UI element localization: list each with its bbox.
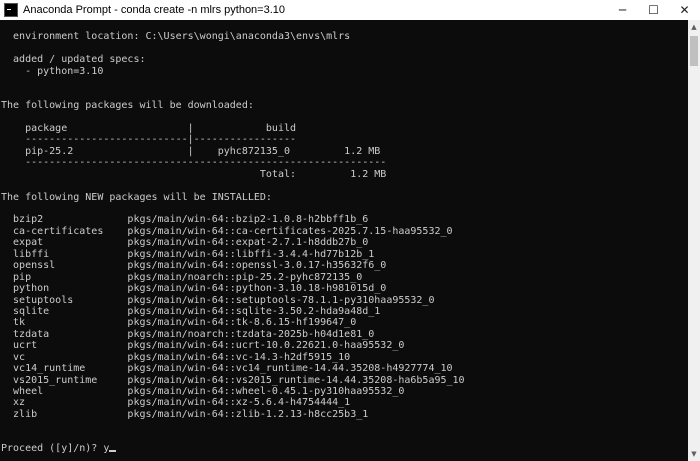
window-controls: ─ ☐ ✕ [607, 0, 700, 20]
minimize-button[interactable]: ─ [607, 0, 638, 20]
console-line: tk pkgs/main/win-64::tk-8.6.15-hf199647_… [1, 317, 357, 329]
title-bar[interactable]: Anaconda Prompt - conda create -n mlrs p… [0, 0, 700, 20]
console-line: pip-25.2 | pyhc872135_0 1.2 MB [1, 145, 381, 157]
scroll-up-arrow-icon[interactable]: ▲ [688, 20, 700, 34]
console-line: bzip2 pkgs/main/win-64::bzip2-1.0.8-h2bb… [1, 214, 369, 226]
console-line: setuptools pkgs/main/win-64::setuptools-… [1, 294, 435, 306]
console-line: tzdata pkgs/main/noarch::tzdata-2025b-h0… [1, 328, 375, 340]
console-line: The following NEW packages will be INSTA… [1, 191, 272, 203]
console-line: expat pkgs/main/win-64::expat-2.7.1-h8dd… [1, 237, 369, 249]
console-line: sqlite pkgs/main/win-64::sqlite-3.50.2-h… [1, 305, 381, 317]
console-line: wheel pkgs/main/win-64::wheel-0.45.1-py3… [1, 386, 405, 397]
console-line: pip pkgs/main/noarch::pip-25.2-pyhc87213… [1, 271, 363, 283]
close-button[interactable]: ✕ [669, 0, 700, 20]
console-line: Proceed ([y]/n)? y [0, 443, 688, 454]
console-line: xz pkgs/main/win-64::xz-5.6.4-h4754444_1 [1, 397, 351, 409]
console-output[interactable]: environment location: C:\Users\wongi\ana… [0, 20, 688, 461]
console-line: ucrt pkgs/main/win-64::ucrt-10.0.22621.0… [1, 340, 405, 352]
maximize-button[interactable]: ☐ [638, 0, 669, 20]
console-line: vs2015_runtime pkgs/main/win-64::vs2015_… [1, 374, 465, 386]
console-line: environment location: C:\Users\wongi\ana… [1, 31, 351, 43]
console-window: Anaconda Prompt - conda create -n mlrs p… [0, 0, 700, 461]
console-line: ----------------------------------------… [1, 157, 387, 169]
vertical-scrollbar[interactable]: ▲ ▼ [688, 20, 700, 461]
console-line: The following packages will be downloade… [1, 100, 254, 112]
scroll-down-arrow-icon[interactable]: ▼ [688, 447, 700, 461]
terminal-icon[interactable] [4, 3, 18, 17]
console-line: package | build [1, 122, 297, 134]
console-line: python pkgs/main/win-64::python-3.10.18-… [1, 283, 387, 295]
text-cursor [109, 450, 117, 453]
console-line: added / updated specs: [1, 54, 146, 66]
console-line: libffi pkgs/main/win-64::libffi-3.4.4-hd… [1, 248, 375, 260]
console-line: - python=3.10 [1, 65, 104, 77]
console-line: ---------------------------|------------… [1, 134, 297, 146]
console-line: zlib pkgs/main/win-64::zlib-1.2.13-h8cc2… [1, 408, 369, 420]
console-line: openssl pkgs/main/win-64::openssl-3.0.17… [1, 260, 387, 272]
console-line: Total: 1.2 MB [1, 168, 387, 180]
console-line: vc pkgs/main/win-64::vc-14.3-h2df5915_10 [1, 351, 351, 363]
console-line: ca-certificates pkgs/main/win-64::ca-cer… [1, 225, 453, 237]
scrollbar-thumb[interactable] [690, 36, 698, 66]
console-line: vc14_runtime pkgs/main/win-64::vc14_runt… [1, 363, 453, 375]
window-title: Anaconda Prompt - conda create -n mlrs p… [23, 4, 286, 16]
